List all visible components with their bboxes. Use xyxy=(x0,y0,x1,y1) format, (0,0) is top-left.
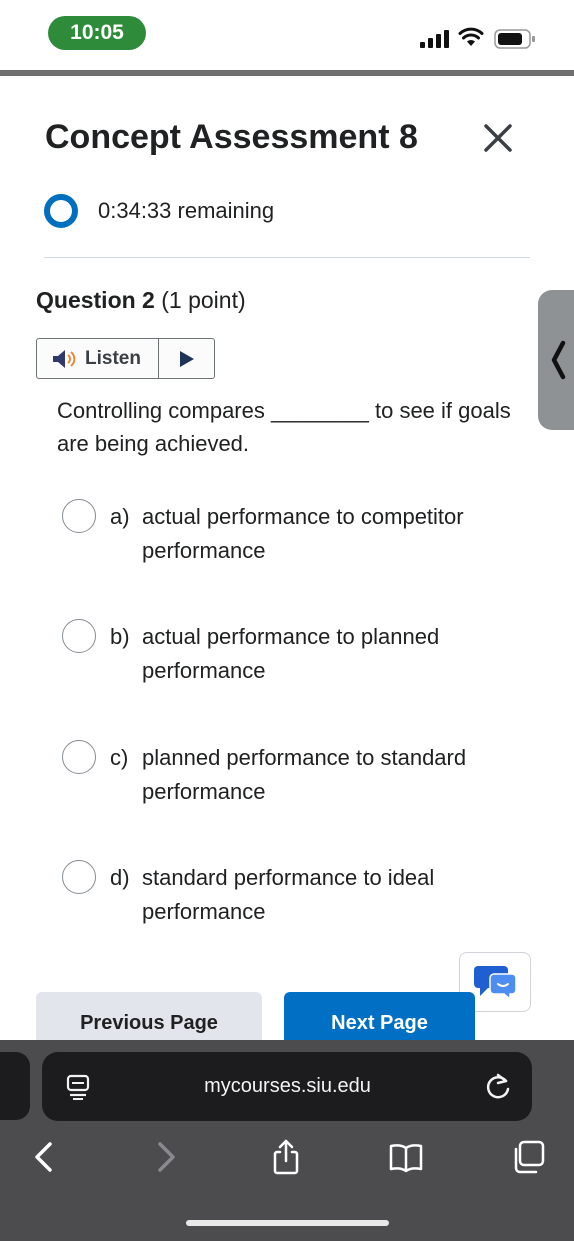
signal-icon xyxy=(420,30,449,48)
option-letter: a) xyxy=(110,504,130,529)
answer-option-b[interactable]: b) actual performance to planned perform… xyxy=(62,619,522,688)
battery-icon xyxy=(494,29,535,49)
url-text[interactable]: mycourses.siu.edu xyxy=(120,1052,455,1121)
option-text: actual performance to competitor perform… xyxy=(142,504,464,563)
previous-tab-preview[interactable] xyxy=(0,1052,30,1120)
wifi-icon xyxy=(458,27,484,46)
timer: 0:34:33 remaining xyxy=(44,193,274,229)
play-button[interactable] xyxy=(159,339,214,378)
radio-button[interactable] xyxy=(62,740,96,774)
chevron-left-icon xyxy=(551,340,566,380)
status-bar: 10:05 xyxy=(0,0,574,70)
answer-option-c[interactable]: c) planned performance to standard perfo… xyxy=(62,740,522,809)
next-page-button[interactable]: Next Page xyxy=(284,992,475,1042)
forward-icon xyxy=(158,1142,175,1172)
timer-text: 0:34:33 remaining xyxy=(98,198,275,223)
question-header: Question 2 (1 point) xyxy=(36,287,246,314)
speaker-icon xyxy=(53,349,76,368)
option-letter: d) xyxy=(110,865,130,890)
play-icon xyxy=(179,350,194,367)
option-letter: c) xyxy=(110,745,129,770)
radio-button[interactable] xyxy=(62,499,96,533)
question-points: (1 point) xyxy=(161,287,246,313)
listen-widget: Listen xyxy=(36,338,215,379)
option-text: planned performance to standard performa… xyxy=(142,745,467,804)
page-title: Concept Assessment 8 xyxy=(45,118,418,156)
answer-option-d[interactable]: d) standard performance to ideal perform… xyxy=(62,860,522,929)
reload-icon[interactable] xyxy=(484,1072,512,1102)
tabs-overview-icon[interactable] xyxy=(510,1138,546,1176)
status-divider xyxy=(0,70,574,76)
previous-page-button[interactable]: Previous Page xyxy=(36,992,262,1042)
option-text: actual performance to planned performanc… xyxy=(142,624,440,683)
bookmarks-icon[interactable] xyxy=(388,1138,424,1176)
back-icon[interactable] xyxy=(26,1138,62,1176)
chat-icon xyxy=(474,966,517,1000)
side-panel-tab[interactable] xyxy=(538,290,574,430)
option-text: standard performance to ideal performanc… xyxy=(142,865,435,924)
close-button[interactable] xyxy=(480,118,516,158)
listen-button[interactable]: Listen xyxy=(37,339,159,378)
header-divider xyxy=(44,257,530,258)
radio-button[interactable] xyxy=(62,860,96,894)
close-icon xyxy=(484,124,512,152)
question-text: Controlling compares ________ to see if … xyxy=(57,398,511,456)
home-indicator[interactable] xyxy=(186,1220,389,1226)
timer-ring-icon xyxy=(44,194,78,228)
radio-button[interactable] xyxy=(62,619,96,653)
answer-option-a[interactable]: a) actual performance to competitor perf… xyxy=(62,499,522,568)
page-menu-icon[interactable] xyxy=(66,1074,90,1100)
status-time: 10:05 xyxy=(48,16,146,50)
listen-label: Listen xyxy=(85,347,141,369)
option-letter: b) xyxy=(110,624,130,649)
share-icon[interactable] xyxy=(268,1138,304,1176)
question-number: Question 2 xyxy=(36,287,155,313)
